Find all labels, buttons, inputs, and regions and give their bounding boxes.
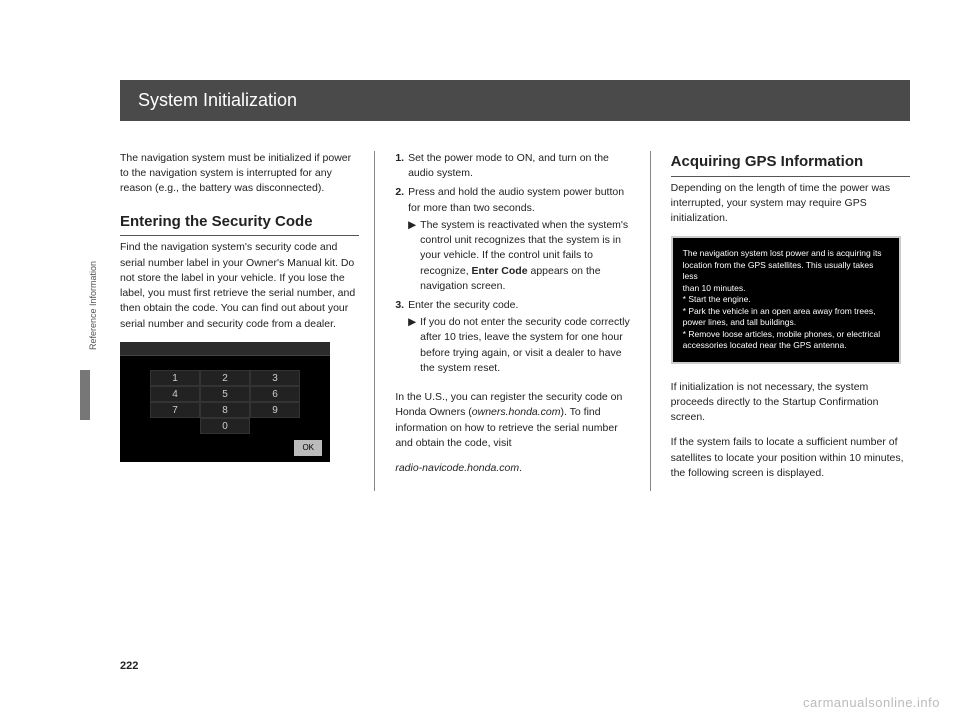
gps-intro: Depending on the length of time the powe… (671, 181, 910, 227)
gps-line: * Start the engine. (683, 294, 889, 305)
column-1: The navigation system must be initialize… (120, 151, 375, 491)
watermark: carmanualsonline.info (803, 695, 940, 710)
step-text: Enter the security code. (408, 299, 518, 311)
footer-link-owners: owners.honda.com (472, 406, 561, 418)
steps-list: 1. Set the power mode to ON, and turn on… (395, 151, 634, 376)
key-8: 8 (200, 402, 250, 418)
triangle-icon: ▶ (408, 218, 416, 294)
step-number: 1. (395, 151, 404, 181)
key-3: 3 (250, 370, 300, 386)
substep: ▶ The system is reactivated when the sys… (408, 218, 635, 294)
sidebar-tab (80, 370, 90, 420)
key-empty (150, 418, 200, 434)
gps-line: location from the GPS satellites. This u… (683, 260, 889, 283)
gps-line: accessories located near the GPS antenna… (683, 340, 889, 351)
heading-gps: Acquiring GPS Information (671, 151, 910, 177)
substep-bold: Enter Code (472, 265, 528, 277)
gps-line: power lines, and tall buildings. (683, 317, 889, 328)
key-4: 4 (150, 386, 200, 402)
gps-line: than 10 minutes. (683, 283, 889, 294)
sidebar-section-label: Reference Information (88, 261, 98, 350)
substep-text: If you do not enter the security code co… (420, 315, 634, 376)
key-6: 6 (250, 386, 300, 402)
footer-paragraph: In the U.S., you can register the securi… (395, 390, 634, 451)
key-2: 2 (200, 370, 250, 386)
step-body: Press and hold the audio system power bu… (408, 185, 635, 294)
footer-link-navicode: radio-navicode.honda.com (395, 462, 519, 474)
step-3: 3. Enter the security code. ▶ If you do … (395, 298, 634, 376)
step-1: 1. Set the power mode to ON, and turn on… (395, 151, 634, 181)
key-empty (250, 418, 300, 434)
key-0: 0 (200, 418, 250, 434)
step-number: 3. (395, 298, 404, 376)
column-2: 1. Set the power mode to ON, and turn on… (395, 151, 650, 491)
content-columns: The navigation system must be initialize… (120, 151, 910, 491)
step-2: 2. Press and hold the audio system power… (395, 185, 634, 294)
key-9: 9 (250, 402, 300, 418)
step-text: Press and hold the audio system power bu… (408, 186, 624, 213)
ok-button: OK (294, 440, 322, 456)
intro-paragraph: The navigation system must be initialize… (120, 151, 359, 197)
substep-text: The system is reactivated when the syste… (420, 218, 634, 294)
step-number: 2. (395, 185, 404, 294)
footer-period: . (519, 462, 522, 474)
gps-line: * Park the vehicle in an open area away … (683, 306, 889, 317)
step-body: Enter the security code. ▶ If you do not… (408, 298, 635, 376)
step-text: Set the power mode to ON, and turn on th… (408, 151, 635, 181)
keypad: 1 2 3 4 5 6 7 8 9 0 (150, 370, 300, 434)
column-3: Acquiring GPS Information Depending on t… (671, 151, 910, 491)
security-code-body: Find the navigation system's security co… (120, 240, 359, 331)
key-7: 7 (150, 402, 200, 418)
gps-p1: If initialization is not necessary, the … (671, 380, 910, 426)
footer-link-line: radio-navicode.honda.com. (395, 461, 634, 476)
key-5: 5 (200, 386, 250, 402)
screenshot-titlebar (120, 342, 330, 356)
section-header: System Initialization (120, 80, 910, 121)
page-content: System Initialization The navigation sys… (120, 80, 910, 491)
key-1: 1 (150, 370, 200, 386)
page-number: 222 (120, 660, 138, 672)
heading-security-code: Entering the Security Code (120, 211, 359, 237)
triangle-icon: ▶ (408, 315, 416, 376)
substep: ▶ If you do not enter the security code … (408, 315, 635, 376)
gps-line: * Remove loose articles, mobile phones, … (683, 329, 889, 340)
gps-message-screenshot: The navigation system lost power and is … (671, 236, 901, 363)
gps-p2: If the system fails to locate a sufficie… (671, 435, 910, 481)
gps-line: The navigation system lost power and is … (683, 248, 889, 259)
security-code-screenshot: 1 2 3 4 5 6 7 8 9 0 OK (120, 342, 330, 462)
